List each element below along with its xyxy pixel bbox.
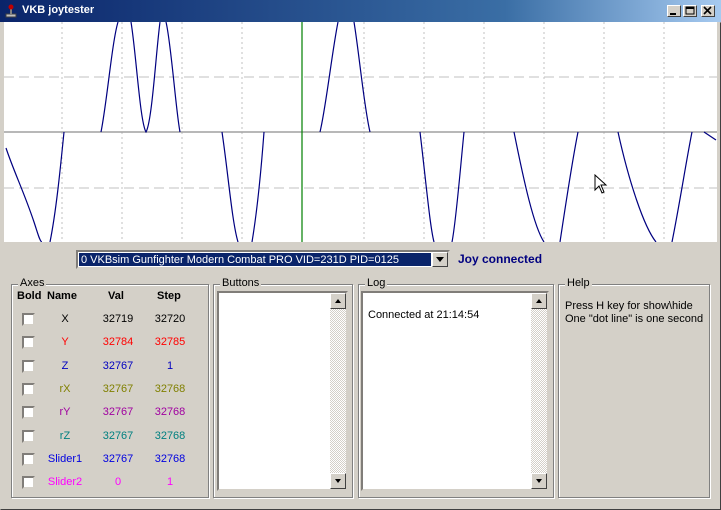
bold-checkbox[interactable] [22, 383, 35, 396]
axis-value: 32767 [102, 383, 134, 395]
arrow-up-icon [536, 299, 542, 303]
axis-step: 32768 [154, 430, 186, 442]
axis-name: X [61, 313, 69, 325]
help-line-2: One "dot line" is one second [565, 313, 704, 325]
axis-step: 32720 [154, 313, 186, 325]
minimize-icon [670, 13, 676, 15]
buttons-list[interactable] [217, 291, 348, 491]
axis-value: 32767 [102, 453, 134, 465]
joystick-icon [5, 4, 17, 18]
scroll-up-button[interactable] [330, 293, 346, 309]
bold-checkbox[interactable] [22, 336, 35, 349]
log-entry: Connected at 21:14:54 [368, 309, 480, 321]
window-title: VKB joytester [22, 4, 95, 16]
buttons-group-label: Buttons [220, 277, 262, 289]
log-group-label: Log [365, 277, 388, 289]
header-step: Step [157, 290, 181, 302]
axis-name: Slider1 [47, 453, 83, 465]
bold-checkbox[interactable] [22, 476, 35, 489]
scroll-down-button[interactable] [330, 473, 346, 489]
axes-group-label: Axes [18, 277, 47, 289]
log-list[interactable]: Connected at 21:14:54 [361, 291, 549, 491]
axis-name: rZ [59, 430, 71, 442]
trace-lower [5, 131, 717, 243]
maximize-icon [685, 6, 695, 15]
header-name: Name [47, 290, 77, 302]
axis-name: Slider2 [47, 476, 83, 488]
device-select-value: 0 VKBsim Gunfighter Modern Combat PRO VI… [79, 253, 431, 266]
arrow-up-icon [335, 299, 341, 303]
help-line-1: Press H key for show\hide [565, 300, 693, 312]
axis-step: 1 [166, 360, 174, 372]
axis-value: 32784 [102, 336, 134, 348]
axis-step: 32768 [154, 383, 186, 395]
header-bold: Bold [17, 290, 42, 302]
axis-value: 0 [114, 476, 122, 488]
axis-name: rY [59, 406, 71, 418]
title-bar[interactable]: VKB joytester [0, 0, 721, 22]
axis-value: 32767 [102, 430, 134, 442]
graph-canvas [4, 21, 717, 243]
bold-checkbox[interactable] [22, 406, 35, 419]
help-group-label: Help [565, 277, 592, 289]
close-button[interactable] [701, 5, 715, 17]
header-val: Val [108, 290, 124, 302]
bold-checkbox[interactable] [22, 453, 35, 466]
device-select[interactable]: 0 VKBsim Gunfighter Modern Combat PRO VI… [76, 250, 450, 269]
axis-value: 32719 [102, 313, 134, 325]
axis-name: Y [61, 336, 69, 348]
axis-step: 32768 [154, 406, 186, 418]
close-icon [703, 6, 712, 15]
mouse-pointer-icon [594, 174, 608, 194]
scroll-up-button[interactable] [531, 293, 547, 309]
bold-checkbox[interactable] [22, 313, 35, 326]
minimize-button[interactable] [667, 5, 681, 17]
bold-checkbox[interactable] [22, 430, 35, 443]
connection-status: Joy connected [458, 252, 543, 266]
bold-checkbox[interactable] [22, 360, 35, 373]
log-scrollbar[interactable] [531, 293, 547, 489]
axis-name: rX [59, 383, 71, 395]
axis-step: 1 [166, 476, 174, 488]
axis-step: 32785 [154, 336, 186, 348]
buttons-scrollbar[interactable] [330, 293, 346, 489]
arrow-down-icon [536, 479, 542, 483]
chevron-down-icon [436, 257, 444, 262]
scroll-down-button[interactable] [531, 473, 547, 489]
axis-value: 32767 [102, 360, 134, 372]
maximize-button[interactable] [683, 5, 697, 17]
axis-value: 32767 [102, 406, 134, 418]
dropdown-button[interactable] [432, 252, 448, 267]
arrow-down-icon [335, 479, 341, 483]
axis-graph [4, 21, 717, 243]
axis-name: Z [61, 360, 69, 372]
axis-step: 32768 [154, 453, 186, 465]
